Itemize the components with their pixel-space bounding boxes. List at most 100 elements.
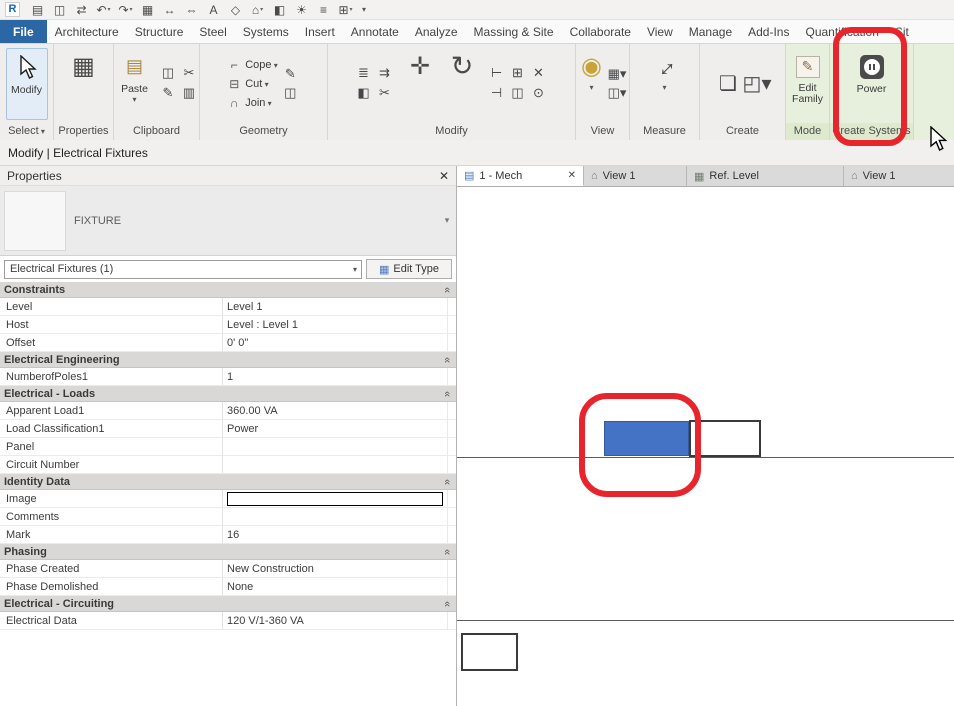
property-value[interactable] (222, 438, 447, 455)
property-value[interactable]: 1 (222, 368, 447, 385)
paste-button[interactable]: ▤ Paste (114, 48, 156, 120)
paste-options-icon[interactable]: ▥ (180, 84, 199, 101)
ribbon-tab-systems[interactable]: Systems (235, 20, 297, 43)
ribbon-tab-annotate[interactable]: Annotate (343, 20, 407, 43)
property-value[interactable]: Level 1 (222, 298, 447, 315)
ribbon-tab-architecture[interactable]: Architecture (47, 20, 127, 43)
property-value[interactable] (222, 490, 447, 507)
create-parts-icon[interactable]: ❏ (715, 70, 741, 98)
array-icon[interactable]: ⊞ (508, 64, 527, 81)
section-icon[interactable]: ◧ (269, 1, 290, 18)
aligned-dimension-icon[interactable]: ⇔ (181, 1, 202, 18)
copy-icon[interactable]: ◫ (508, 84, 527, 101)
text-icon[interactable]: A (203, 1, 224, 18)
view-tab-4[interactable]: ⌂ View 1 (844, 166, 954, 186)
tag-icon[interactable]: ◇ (225, 1, 246, 18)
hide-elements-icon[interactable]: ◫ ▾ (608, 85, 627, 102)
level-line-upper[interactable] (457, 457, 954, 458)
collapse-group-icon[interactable]: « (441, 548, 453, 554)
ribbon-tab-insert[interactable]: Insert (297, 20, 343, 43)
property-value[interactable]: 360.00 VA (222, 402, 447, 419)
default-3d-view-icon-dropdown[interactable]: ▾ (260, 6, 263, 13)
undo-icon-dropdown[interactable]: ▾ (108, 6, 111, 13)
delete-icon[interactable]: ✕ (529, 64, 548, 81)
visibility-graphics-icon-dropdown[interactable]: ▾ (620, 66, 627, 82)
collapse-group-icon[interactable]: « (441, 600, 453, 606)
property-value[interactable]: 120 V/1-360 VA (222, 612, 447, 629)
hide-elements-icon-dropdown[interactable]: ▾ (620, 85, 627, 101)
save-icon[interactable]: ◫ (49, 1, 70, 18)
measure-icon[interactable]: ↔ (159, 1, 180, 18)
align-icon[interactable]: ≣ (354, 64, 373, 81)
edit-family-button[interactable]: ✎ Edit Family (788, 48, 828, 120)
ribbon-tab-steel[interactable]: Steel (191, 20, 234, 43)
property-value[interactable]: Power (222, 420, 447, 437)
apply-coping-icon[interactable]: ✎ (281, 66, 300, 83)
join-button[interactable]: ∩ Join (227, 94, 278, 111)
visibility-graphics-icon[interactable]: ▦ ▾ (608, 66, 627, 83)
panel-label-select[interactable]: Select (0, 123, 53, 140)
default-3d-view-icon[interactable]: ⌂ ▾ (247, 1, 268, 18)
property-value[interactable]: 16 (222, 526, 447, 543)
create-assembly-icon-dropdown[interactable]: ▾ (761, 71, 771, 96)
property-group-electrical-circuiting[interactable]: Electrical - Circuiting « (0, 596, 456, 612)
sun-path-icon[interactable]: ☀ (291, 1, 312, 18)
properties-toggle-button[interactable]: ▦ (63, 48, 105, 120)
create-assembly-icon[interactable]: ◰ ▾ (743, 70, 772, 98)
cope-button[interactable]: ⌐ Cope (227, 56, 278, 73)
cut-button[interactable]: ⊟ Cut (227, 75, 278, 92)
switch-windows-icon[interactable]: ⊞ ▾ (335, 1, 356, 18)
offset-icon[interactable]: ⇉ (375, 64, 394, 81)
redo-icon-dropdown[interactable]: ▾ (130, 6, 133, 13)
modify-button[interactable]: Modify (5, 47, 48, 120)
edit-type-button[interactable]: ▦ Edit Type (366, 259, 452, 279)
property-group-electrical-engineering[interactable]: Electrical Engineering « (0, 352, 456, 368)
property-value[interactable]: 0' 0" (222, 334, 447, 351)
view-tab-2[interactable]: ⌂ View 1 (584, 166, 687, 186)
cut-to-clipboard-icon[interactable]: ✂ (180, 64, 199, 81)
type-selector[interactable]: FIXTURE ▾ (0, 186, 456, 256)
ribbon-tab-analyze[interactable]: Analyze (407, 20, 466, 43)
sync-icon[interactable]: ⇄ (71, 1, 92, 18)
thin-lines-icon[interactable]: ≡ (313, 1, 334, 18)
ribbon-tab-structure[interactable]: Structure (127, 20, 192, 43)
split-icon[interactable]: ✂ (375, 84, 394, 101)
property-value[interactable] (222, 508, 447, 525)
filter-dropdown-icon[interactable]: ▾ (353, 265, 357, 274)
image-value-field[interactable] (227, 491, 443, 506)
trim-extend-icon[interactable]: ⊢ (487, 64, 506, 81)
match-type-icon[interactable]: ✎ (159, 84, 178, 101)
fixture-outline-bottom-left[interactable] (461, 633, 518, 671)
property-group-electrical-loads[interactable]: Electrical - Loads « (0, 386, 456, 402)
type-selector-arrow-icon[interactable]: ▾ (438, 215, 456, 226)
collapse-group-icon[interactable]: « (441, 390, 453, 396)
open-file-icon[interactable]: ▤ (27, 1, 48, 18)
pin-icon[interactable]: ⊙ (529, 84, 548, 101)
measure-button[interactable]: ↔ (644, 48, 686, 120)
collapse-group-icon[interactable]: « (441, 286, 453, 292)
ribbon-tab-file[interactable]: File (0, 20, 47, 43)
switch-windows-icon-dropdown[interactable]: ▾ (350, 6, 353, 13)
revit-logo[interactable]: R (5, 2, 20, 17)
close-properties-icon[interactable]: ✕ (439, 169, 449, 183)
collapse-group-icon[interactable]: « (441, 356, 453, 362)
property-group-constraints[interactable]: Constraints « (0, 282, 456, 298)
move-button[interactable]: ✛ (403, 48, 437, 120)
close-view-icon[interactable]: ✕ (568, 170, 576, 181)
copy-to-clipboard-icon[interactable]: ◫ (159, 64, 178, 81)
rotate-button[interactable]: ↻ (445, 48, 479, 120)
ribbon-tab-massing-site[interactable]: Massing & Site (466, 20, 562, 43)
wall-joins-icon[interactable]: ◫ (281, 85, 300, 102)
level-line-lower[interactable] (457, 620, 954, 621)
property-value[interactable]: Level : Level 1 (222, 316, 447, 333)
redo-icon[interactable]: ↷ ▾ (115, 1, 136, 18)
property-group-identity-data[interactable]: Identity Data « (0, 474, 456, 490)
mirror-icon[interactable]: ◧ (354, 84, 373, 101)
collapse-group-icon[interactable]: « (441, 478, 453, 484)
property-value[interactable]: None (222, 578, 447, 595)
ribbon-tab-view[interactable]: View (639, 20, 681, 43)
view-tab-1[interactable]: ▤ 1 - Mech ✕ (457, 166, 584, 186)
print-icon[interactable]: ▦ (137, 1, 158, 18)
property-value[interactable] (222, 456, 447, 473)
property-group-phasing[interactable]: Phasing « (0, 544, 456, 560)
